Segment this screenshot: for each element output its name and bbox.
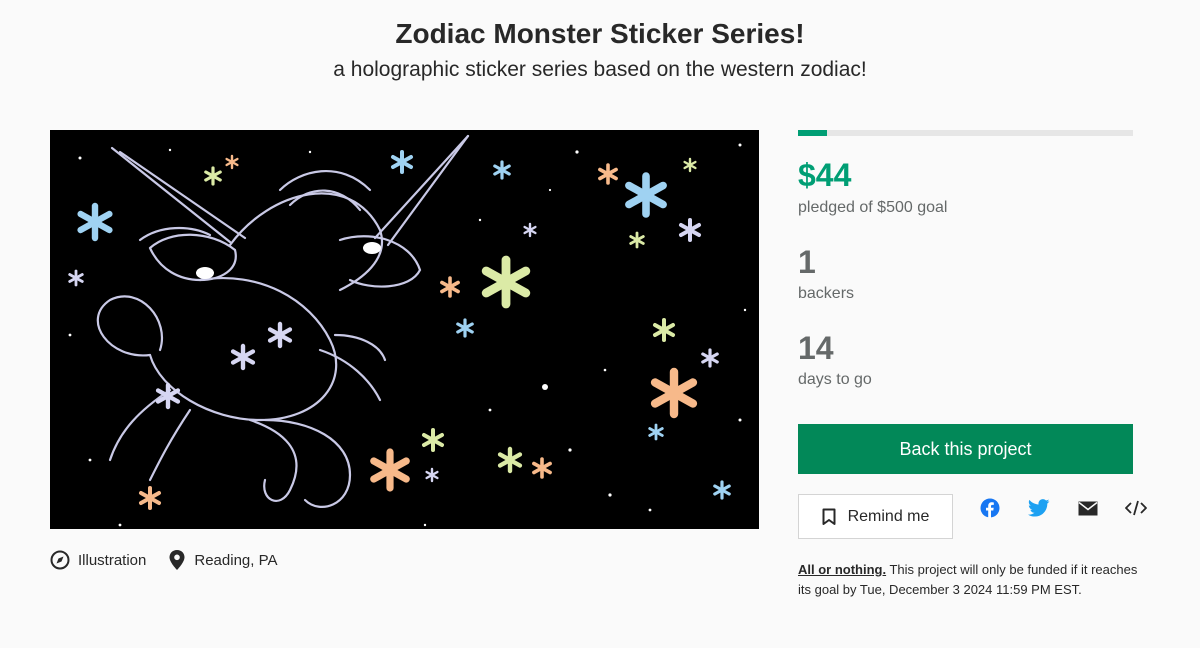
funding-disclaimer: All or nothing. This project will only b… xyxy=(798,560,1138,600)
unicorn-illustration xyxy=(68,134,747,527)
project-subtitle: a holographic sticker series based on th… xyxy=(333,58,867,81)
pledged-goal-label: pledged of $500 goal xyxy=(798,199,948,216)
project-title: Zodiac Monster Sticker Series! xyxy=(395,18,805,49)
category-label: Illustration xyxy=(78,551,147,569)
location-link[interactable]: Reading, PA xyxy=(168,549,277,571)
email-icon xyxy=(1078,501,1098,515)
twitter-share-button[interactable] xyxy=(1027,496,1051,520)
back-project-button[interactable]: Back this project xyxy=(798,424,1133,474)
remind-me-button[interactable]: Remind me xyxy=(798,494,953,539)
remind-me-label: Remind me xyxy=(847,507,930,525)
days-count: 14 xyxy=(798,330,834,366)
category-link[interactable]: Illustration xyxy=(50,550,146,570)
funding-progress-fill xyxy=(798,130,828,136)
location-label: Reading, PA xyxy=(194,551,278,569)
backers-label: backers xyxy=(798,285,855,302)
compass-icon xyxy=(50,550,70,570)
email-share-button[interactable] xyxy=(1076,496,1100,520)
project-hero-image[interactable] xyxy=(50,130,759,529)
days-label: days to go xyxy=(798,371,872,388)
pledged-amount: $44 xyxy=(798,157,852,193)
bookmark-icon xyxy=(822,508,836,525)
embed-icon xyxy=(1125,500,1147,516)
facebook-icon xyxy=(980,498,1000,518)
all-or-nothing-link[interactable]: All or nothing. xyxy=(798,562,886,577)
map-pin-icon xyxy=(169,550,185,570)
project-meta: Illustration Reading, PA xyxy=(50,547,299,573)
embed-button[interactable] xyxy=(1124,496,1148,520)
twitter-icon xyxy=(1028,499,1050,517)
facebook-share-button[interactable] xyxy=(978,496,1002,520)
funding-progress-bar xyxy=(798,130,1133,136)
backers-count: 1 xyxy=(798,244,816,280)
